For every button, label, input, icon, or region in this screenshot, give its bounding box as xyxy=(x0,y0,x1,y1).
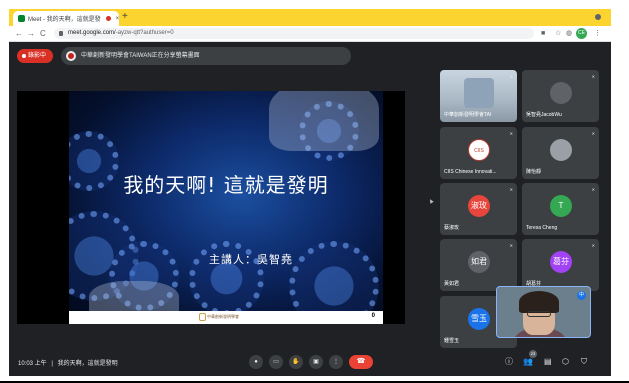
mic-muted-icon: ✕ xyxy=(509,131,513,136)
present-button[interactable]: ▣ xyxy=(309,355,323,369)
mic-muted-icon: ✕ xyxy=(591,131,595,136)
participant-name: 鍾雪玉 xyxy=(444,338,460,344)
presentation-stage: 我的天啊! 這就是發明 主講人：吳智堯 中華創新發明學會 0 xyxy=(17,91,405,324)
window-menu-icon[interactable] xyxy=(595,14,601,20)
participant-name: 陳怡靜 xyxy=(526,169,542,175)
meeting-info: 10:03 上午 | 我的天啊，這就是發明 xyxy=(18,358,118,367)
more-menu-icon[interactable]: ⋮ xyxy=(594,29,601,38)
hand-icon: ✋ xyxy=(292,359,300,365)
participant-name: 蔡淑玫 xyxy=(444,225,460,231)
current-time: 10:03 上午 xyxy=(18,361,47,367)
leave-call-button[interactable]: ☎ xyxy=(349,355,373,369)
meet-controls-bar: 10:03 上午 | 我的天啊，這就是發明 ● ▭ ✋ ▣ ⋮ ☎ ⓘ 👥 23… xyxy=(9,349,611,376)
camera-in-use-icon[interactable]: ■ xyxy=(541,29,545,38)
presenting-text: 中華創新發明學會TAIWAN正在分享螢幕畫面 xyxy=(81,53,200,59)
address-bar-row: ← → C meet.google.com/-ayzw-qtt?authuser… xyxy=(9,26,611,42)
participant-name: CIIS Chinese Innovati... xyxy=(444,169,497,175)
chat-icon[interactable]: ▤ xyxy=(544,357,552,367)
participant-count-badge: 23 xyxy=(529,350,537,358)
url-path: -ayzw-qtt?authuser=0 xyxy=(115,30,174,36)
self-hair xyxy=(519,291,559,313)
extensions-icon[interactable]: ◍ xyxy=(566,29,572,38)
recording-badge: 錄影中 xyxy=(17,49,53,63)
participant-name: 中華創新發明學會TAI xyxy=(444,112,492,118)
mic-muted-icon: ✕ xyxy=(509,187,513,192)
activities-icon[interactable]: ⬡ xyxy=(562,357,569,367)
people-icon[interactable]: 👥 xyxy=(523,357,533,367)
slide-subtitle: 主講人：吳智堯 xyxy=(209,253,293,266)
participant-avatar: 淑玫 xyxy=(468,195,490,217)
back-button[interactable]: ← xyxy=(15,28,23,39)
mic-muted-icon: ✕ xyxy=(509,74,513,79)
browser-window: Meet - 我的天啊，這就是發 × + ← → C meet.google.c… xyxy=(9,9,611,376)
presenting-banner: 中華創新發明學會TAIWAN正在分享螢幕畫面 xyxy=(61,47,351,65)
participant-tile[interactable]: ✕ 吳智堯JacobWu xyxy=(522,70,599,122)
slide-title: 我的天啊! 這就是發明 xyxy=(123,173,329,197)
new-tab-button[interactable]: + xyxy=(122,11,128,23)
more-options-button[interactable]: ⋮ xyxy=(329,355,343,369)
participant-tile[interactable]: ✕ 中華創新發明學會TAI xyxy=(440,70,517,122)
mic-muted-icon: ✕ xyxy=(591,187,595,192)
phone-hangup-icon: ☎ xyxy=(356,358,366,365)
info-icon[interactable]: ⓘ xyxy=(505,357,513,367)
mouse-cursor-icon xyxy=(428,198,434,204)
participant-avatar: 葛芬 xyxy=(550,251,572,273)
presenter-avatar xyxy=(66,51,76,61)
lock-icon xyxy=(59,31,63,36)
participant-avatar: 如君 xyxy=(468,251,490,273)
reload-button[interactable]: C xyxy=(40,28,46,39)
hand-graphic xyxy=(269,91,379,151)
tab-title: Meet - 我的天啊，這就是發 xyxy=(28,17,101,23)
society-logo-icon xyxy=(199,313,206,321)
slide-footer: 中華創新發明學會 0 xyxy=(69,311,383,324)
participant-avatar xyxy=(550,82,572,104)
participant-avatar xyxy=(464,78,494,108)
participant-avatar: CIIS xyxy=(468,139,490,161)
mic-muted-icon: ✕ xyxy=(591,243,595,248)
footer-logo-text: 中華創新發明學會 xyxy=(207,314,239,319)
host-controls-icon[interactable]: ⛉ xyxy=(581,357,587,367)
url-host: meet.google.com/ xyxy=(68,30,116,36)
participant-tile[interactable]: 淑玫 ✕ 蔡淑玫 xyxy=(440,183,517,235)
more-vert-icon: ⋮ xyxy=(333,359,339,365)
url-input[interactable]: meet.google.com/-ayzw-qtt?authuser=0 xyxy=(54,28,534,39)
browser-tab-meet[interactable]: Meet - 我的天啊，這就是發 × xyxy=(13,11,119,26)
present-icon: ▣ xyxy=(313,359,319,365)
mic-icon: ● xyxy=(254,359,258,365)
camera-icon: ▭ xyxy=(273,359,279,365)
meet-header: 錄影中 中華創新發明學會TAIWAN正在分享螢幕畫面 xyxy=(9,43,611,71)
self-view-tile[interactable]: 中 xyxy=(496,286,591,338)
participant-avatar xyxy=(550,139,572,161)
raise-hand-button[interactable]: ✋ xyxy=(289,355,303,369)
mic-button[interactable]: ● xyxy=(249,355,263,369)
participant-avatar: T xyxy=(550,195,572,217)
info-separator: | xyxy=(51,361,53,367)
tab-close-icon[interactable]: × xyxy=(116,16,119,22)
participant-tile[interactable]: 葛芬 ✕ 胡葛芬 xyxy=(522,239,599,291)
participant-tile[interactable]: T ✕ Teresa Cheng xyxy=(522,183,599,235)
participant-avatar: 雪玉 xyxy=(468,308,490,330)
shared-slide: 我的天啊! 這就是發明 主講人：吳智堯 中華創新發明學會 0 xyxy=(69,91,383,324)
self-badge: 中 xyxy=(577,291,586,300)
camera-button[interactable]: ▭ xyxy=(269,355,283,369)
participant-tile[interactable]: CIIS ✕ CIIS Chinese Innovati... xyxy=(440,127,517,179)
participant-tile[interactable]: ✕ 陳怡靜 xyxy=(522,127,599,179)
meet-favicon-icon xyxy=(18,15,25,22)
mic-muted-icon: ✕ xyxy=(509,243,513,248)
recording-dot-icon xyxy=(105,16,111,21)
participant-name: 吳智堯JacobWu xyxy=(526,112,562,118)
profile-avatar[interactable]: CE xyxy=(576,28,587,39)
meeting-title: 我的天啊，這就是發明 xyxy=(57,361,118,367)
self-glasses xyxy=(527,311,551,317)
bookmark-star-icon[interactable]: ☆ xyxy=(555,29,561,38)
slide-page-number: 0 xyxy=(371,313,375,319)
forward-button[interactable]: → xyxy=(27,28,35,39)
participant-name: 黃如君 xyxy=(444,281,460,287)
participant-tile[interactable]: 如君 ✕ 黃如君 xyxy=(440,239,517,291)
tab-strip: Meet - 我的天啊，這就是發 × + xyxy=(9,9,611,26)
participant-name: Teresa Cheng xyxy=(526,225,558,231)
mic-muted-icon: ✕ xyxy=(591,74,595,79)
